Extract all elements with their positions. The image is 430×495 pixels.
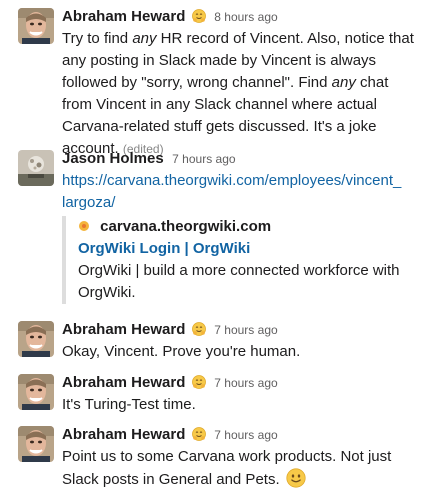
author-name[interactable]: Abraham Heward: [62, 8, 185, 25]
site-favicon-icon: [78, 217, 90, 239]
message-item[interactable]: Jason Holmes 7 hours ago https://carvana…: [0, 148, 430, 214]
avatar[interactable]: [18, 374, 54, 410]
avatar[interactable]: [18, 321, 54, 357]
unfurl-site-name[interactable]: carvana.theorgwiki.com: [100, 218, 271, 235]
message-timestamp[interactable]: 8 hours ago: [214, 10, 277, 24]
author-name[interactable]: Abraham Heward: [62, 374, 185, 391]
message-text: Okay, Vincent. Prove you're human.: [62, 343, 301, 360]
author-name[interactable]: Abraham Heward: [62, 321, 185, 338]
message-feed: Abraham Heward 8 hours ago Try to find a…: [0, 0, 430, 495]
hugging-face-emoji-icon: [191, 8, 206, 30]
message-item[interactable]: Abraham Heward 7 hours ago Point us to s…: [0, 424, 430, 495]
message-timestamp[interactable]: 7 hours ago: [172, 152, 235, 166]
slightly-smiling-face-icon: [286, 468, 306, 495]
avatar[interactable]: [18, 150, 54, 186]
message-text: Try to find any HR record of Vincent. Al…: [62, 30, 414, 157]
message-text: Point us to some Carvana work products. …: [62, 446, 422, 495]
avatar[interactable]: [18, 426, 54, 462]
message-text: It's Turing-Test time.: [62, 396, 196, 413]
message-timestamp[interactable]: 7 hours ago: [214, 376, 277, 390]
hugging-face-emoji-icon: [191, 374, 206, 396]
unfurl-title[interactable]: OrgWiki Login | OrgWiki: [78, 238, 412, 260]
message-item[interactable]: Abraham Heward 7 hours ago It's Turing-T…: [0, 372, 430, 416]
orgwiki-link[interactable]: https://carvana.theorgwiki.com/employees…: [62, 170, 402, 214]
avatar[interactable]: [18, 8, 54, 44]
author-name[interactable]: Jason Holmes: [62, 150, 164, 167]
unfurl-description: OrgWiki | build a more connected workfor…: [78, 262, 400, 301]
message-timestamp[interactable]: 7 hours ago: [214, 428, 277, 442]
link-unfurl: carvana.theorgwiki.com OrgWiki Login | O…: [62, 216, 412, 304]
hugging-face-emoji-icon: [191, 321, 206, 343]
message-timestamp[interactable]: 7 hours ago: [214, 323, 277, 337]
author-name[interactable]: Abraham Heward: [62, 426, 185, 443]
message-item[interactable]: Abraham Heward 8 hours ago Try to find a…: [0, 6, 430, 160]
message-item[interactable]: Abraham Heward 7 hours ago Okay, Vincent…: [0, 319, 430, 363]
hugging-face-emoji-icon: [191, 426, 206, 448]
